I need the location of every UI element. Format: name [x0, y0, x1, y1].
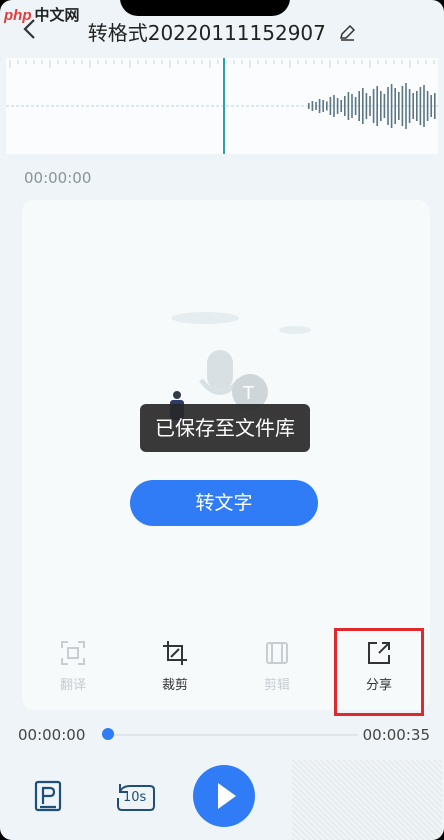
- waveform-bar: [354, 97, 357, 115]
- waveform-bar: [315, 102, 317, 110]
- app-screen: php 中文网 转格式20220111152907 00:00:00 T 已保存至…: [0, 0, 444, 840]
- waveform-bar: [401, 86, 404, 126]
- translate-label: 翻译: [59, 678, 86, 693]
- waveform-bar: [380, 91, 382, 121]
- waveform-bar: [347, 92, 350, 120]
- waveform-bar: [358, 91, 360, 121]
- waveform-bar: [426, 91, 429, 121]
- crop-label: 裁剪: [161, 678, 188, 693]
- title-area: 转格式20220111152907: [0, 17, 444, 46]
- waveform-bar: [394, 88, 396, 124]
- translate-action[interactable]: 翻译: [22, 640, 124, 700]
- waveform-bar: [387, 87, 389, 125]
- waveform-bar: [351, 94, 353, 118]
- waveform-bar: [372, 89, 375, 123]
- waveform-bar: [329, 97, 332, 115]
- waveform-bar: [423, 85, 425, 127]
- clip-label: 剪辑: [263, 678, 290, 693]
- waveform-bar: [340, 100, 342, 112]
- play-button[interactable]: [193, 765, 255, 827]
- waveform-bar: [344, 96, 346, 116]
- svg-text:T: T: [242, 383, 255, 404]
- waveform-bar: [405, 83, 407, 129]
- convert-to-text-button[interactable]: 转文字: [130, 480, 318, 526]
- waveform-bar: [412, 93, 414, 119]
- waveform-bar: [430, 95, 432, 117]
- waveform-bar: [416, 91, 418, 121]
- share-highlight-box: [334, 628, 424, 716]
- translate-icon: [61, 641, 85, 665]
- progress-knob[interactable]: [102, 728, 114, 740]
- clip-icon: [266, 642, 288, 664]
- current-time: 00:00:00: [18, 726, 86, 744]
- progress-track[interactable]: [108, 734, 358, 736]
- waveform[interactable]: [6, 58, 438, 154]
- edit-icon[interactable]: [338, 24, 356, 42]
- rewind-label: 10s: [123, 790, 147, 805]
- crop-icon: [163, 641, 187, 665]
- waveform-bar: [326, 101, 328, 111]
- waveform-bar: [383, 94, 386, 118]
- header: 转格式20220111152907: [0, 12, 444, 48]
- waveform-bar: [336, 98, 339, 114]
- transcript-icon[interactable]: [34, 780, 64, 814]
- rewind-button[interactable]: 10s: [114, 780, 158, 814]
- waveform-bar: [333, 95, 335, 117]
- waveform-bar: [376, 86, 378, 126]
- total-time: 00:00:35: [362, 726, 430, 744]
- waveform-bar: [322, 100, 324, 112]
- waveform-bar: [311, 101, 314, 111]
- waveform-graphic: [6, 58, 438, 154]
- playback-progress: 00:00:00 00:00:35: [0, 722, 444, 748]
- waveform-time: 00:00:00: [24, 169, 92, 187]
- edit-action[interactable]: 剪辑: [226, 640, 328, 700]
- waveform-bar: [308, 103, 310, 109]
- saved-toast: 已保存至文件库: [140, 404, 310, 452]
- waveform-bar: [434, 93, 436, 119]
- waveform-bar: [419, 87, 422, 125]
- waveform-bar: [362, 88, 364, 124]
- waveform-bar: [318, 99, 321, 113]
- waveform-bar: [390, 84, 393, 128]
- blurred-overlay: [292, 760, 442, 840]
- waveform-bar: [365, 93, 368, 119]
- waveform-bar: [398, 92, 400, 120]
- page-title: 转格式20220111152907: [87, 21, 326, 45]
- crop-action[interactable]: 裁剪: [124, 640, 226, 700]
- waveform-bar: [408, 89, 411, 123]
- waveform-bar: [369, 96, 371, 116]
